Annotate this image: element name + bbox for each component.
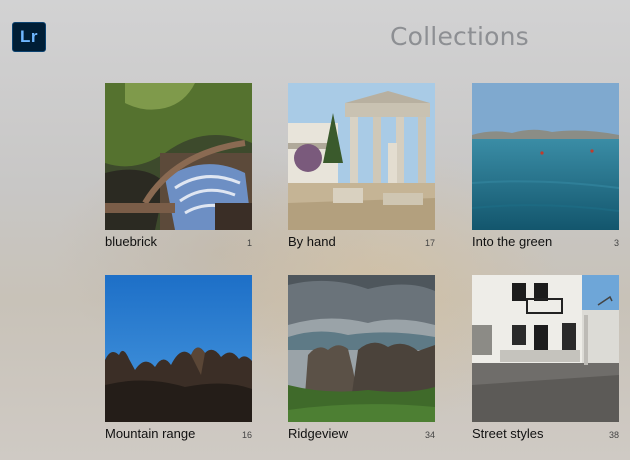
collection-card-street-styles[interactable]: Street styles 38 (472, 275, 619, 441)
collection-thumbnail[interactable] (288, 83, 435, 230)
collection-card-ridgeview[interactable]: Ridgeview 34 (288, 275, 435, 441)
collection-count: 3 (613, 238, 619, 248)
collection-card-mountain-range[interactable]: Mountain range 16 (105, 275, 252, 441)
collection-thumbnail[interactable] (105, 275, 252, 422)
collection-thumbnail[interactable] (472, 275, 619, 422)
page-title: Collections (390, 22, 529, 51)
collection-name: bluebrick (105, 234, 158, 249)
collection-name: Into the green (472, 234, 553, 249)
collection-count: 38 (608, 430, 619, 440)
collection-thumbnail[interactable] (472, 83, 619, 230)
collection-name: Mountain range (105, 426, 196, 441)
collection-thumbnail[interactable] (105, 83, 252, 230)
collection-name: Ridgeview (288, 426, 348, 441)
collection-count: 17 (424, 238, 435, 248)
collection-card-by-hand[interactable]: By hand 17 (288, 83, 435, 249)
collection-name: Street styles (472, 426, 544, 441)
collection-card-bluebrick[interactable]: bluebrick 1 (105, 83, 252, 249)
collection-count: 34 (424, 430, 435, 440)
collection-count: 16 (241, 430, 252, 440)
collection-thumbnail[interactable] (288, 275, 435, 422)
lightroom-logo-icon[interactable]: Lr (12, 22, 46, 52)
collection-count: 1 (246, 238, 252, 248)
collection-card-into-the-green[interactable]: Into the green 3 (472, 83, 619, 249)
collection-name: By hand (288, 234, 336, 249)
